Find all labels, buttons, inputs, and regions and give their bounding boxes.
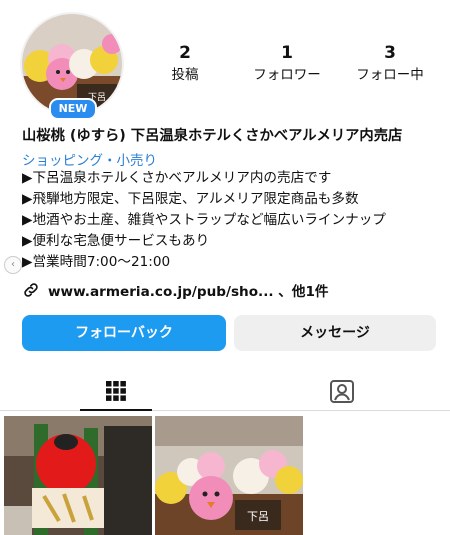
followers-count-stat[interactable]: 1 フォロワー bbox=[242, 43, 332, 84]
post-thumbnail[interactable]: 下呂 bbox=[155, 416, 303, 535]
followers-count: 1 bbox=[281, 43, 293, 63]
tagged-person-icon bbox=[330, 380, 354, 403]
profile-category[interactable]: ショッピング・小売り bbox=[22, 149, 157, 169]
profile-name: 山桜桃 (ゆすら) 下呂温泉ホテルくさかべアルメリア内売店 bbox=[22, 128, 403, 144]
follow-back-button[interactable]: フォローバック bbox=[22, 315, 226, 351]
profile-link-text: www.armeria.co.jp/pub/sho... 、他1件 bbox=[48, 284, 329, 300]
following-count-stat[interactable]: 3 フォロー中 bbox=[345, 43, 435, 84]
carousel-indicator-icon[interactable]: ‹ bbox=[4, 256, 22, 274]
grid-icon bbox=[106, 381, 126, 401]
tabs-divider bbox=[0, 410, 450, 411]
selected-tab-indicator bbox=[80, 409, 152, 411]
link-icon bbox=[24, 283, 38, 297]
chick-plush-photo-icon: 下呂 bbox=[155, 416, 303, 535]
svg-text:下呂: 下呂 bbox=[247, 510, 269, 523]
bio-line: ▶便利な宅急便サービスもあり bbox=[22, 233, 210, 249]
message-button[interactable]: メッセージ bbox=[234, 315, 436, 351]
posts-count: 2 bbox=[179, 43, 191, 63]
post-thumbnail[interactable] bbox=[4, 416, 152, 535]
bio-line: ▶飛騨地方限定、下呂限定、アルメリア限定商品も多数 bbox=[22, 191, 359, 207]
new-story-badge: NEW bbox=[49, 98, 97, 120]
following-label: フォロー中 bbox=[356, 67, 424, 83]
posts-count-stat[interactable]: 2 投稿 bbox=[140, 43, 230, 84]
posts-label: 投稿 bbox=[171, 67, 199, 83]
sake-bottles-photo-icon bbox=[4, 416, 152, 535]
tab-posts-grid[interactable] bbox=[80, 374, 152, 408]
profile-link[interactable]: www.armeria.co.jp/pub/sho... 、他1件 bbox=[22, 280, 329, 300]
bio-line: ▶地酒やお土産、雑貨やストラップなど幅広いラインナップ bbox=[22, 212, 386, 228]
tab-tagged[interactable] bbox=[306, 374, 378, 408]
bio-line: ▶下呂温泉ホテルくさかべアルメリア内の売店です bbox=[22, 170, 332, 186]
bio-line: ▶営業時間7:00～21:00 bbox=[22, 254, 171, 270]
followers-label: フォロワー bbox=[253, 67, 321, 83]
following-count: 3 bbox=[384, 43, 396, 63]
